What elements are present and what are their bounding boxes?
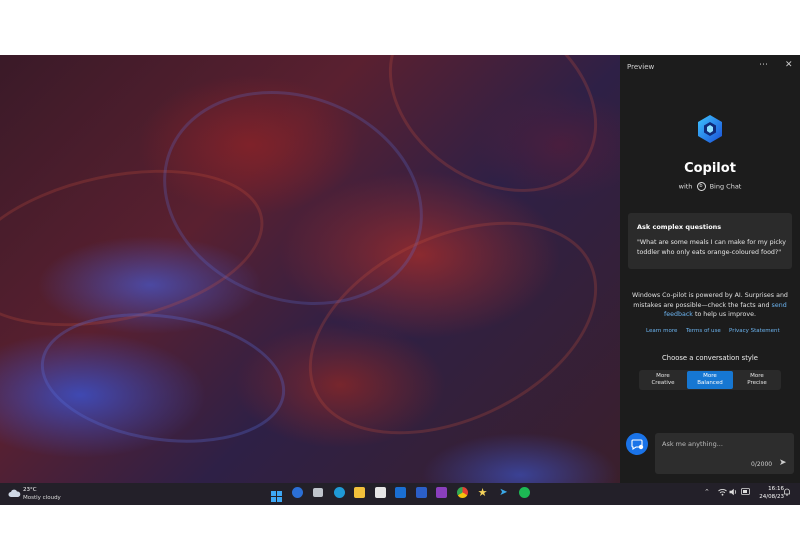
windows-start-icon[interactable] — [271, 487, 282, 502]
more-icon[interactable]: ⋯ — [759, 60, 768, 70]
terms-of-use-link[interactable]: Terms of use — [686, 328, 721, 334]
ai-disclaimer: Windows Co-pilot is powered by AI. Surpr… — [630, 291, 790, 320]
task-view-icon[interactable] — [313, 488, 323, 497]
style-more-precise-button[interactable]: More Precise — [734, 371, 780, 389]
subtitle-brand: Bing Chat — [709, 182, 742, 191]
style-label-line2: Balanced — [697, 380, 723, 386]
disclaimer-text-1: Windows Co-pilot is powered by AI. Surpr… — [632, 292, 788, 309]
style-more-creative-button[interactable]: More Creative — [640, 371, 686, 389]
bing-icon: b — [696, 182, 706, 191]
suggestion-question: "What are some meals I can make for my p… — [637, 239, 787, 256]
edge-icon[interactable] — [334, 487, 345, 498]
new-chat-icon — [631, 439, 644, 451]
chat-input[interactable] — [662, 438, 762, 450]
disclaimer-text-2: to help us improve. — [692, 311, 756, 318]
chrome-icon[interactable] — [457, 487, 468, 498]
app-subtitle: with b Bing Chat — [620, 182, 800, 191]
subtitle-prefix: with — [678, 182, 693, 191]
chat-input-box: 0/2000 ➤ — [655, 433, 794, 474]
onenote-icon[interactable] — [436, 487, 447, 498]
suggestion-heading: Ask complex questions — [637, 223, 722, 231]
notification-bell-icon[interactable] — [783, 488, 791, 498]
privacy-statement-link[interactable]: Privacy Statement — [729, 328, 780, 334]
news-icon[interactable] — [292, 487, 303, 498]
style-label-line2: Precise — [747, 380, 767, 386]
battery-icon[interactable] — [741, 488, 751, 497]
new-topic-button[interactable] — [626, 433, 648, 455]
weather-condition: Mostly cloudy — [23, 495, 61, 501]
clock-time: 16:16 — [768, 486, 784, 492]
close-icon[interactable]: ✕ — [785, 60, 793, 70]
learn-more-link[interactable]: Learn more — [646, 328, 677, 334]
spotify-icon[interactable] — [519, 487, 530, 498]
cloud-icon — [8, 489, 21, 497]
wifi-icon[interactable] — [718, 488, 727, 498]
desktop-wallpaper — [0, 55, 620, 483]
style-label-line1: More — [750, 373, 764, 379]
style-label-line1: More — [656, 373, 670, 379]
star-app-icon[interactable]: ★ — [477, 487, 488, 498]
telegram-icon[interactable]: ➤ — [498, 487, 509, 498]
taskbar: 23°C Mostly cloudy ★ ➤ ⌃ 16:16 24/08/23 — [0, 483, 800, 505]
outlook-icon[interactable] — [395, 487, 406, 498]
copilot-logo-icon — [698, 115, 722, 143]
chevron-up-icon[interactable]: ⌃ — [704, 488, 710, 496]
conversation-style-selector: More Creative More Balanced More Precise — [639, 370, 781, 390]
conversation-style-heading: Choose a conversation style — [662, 354, 758, 362]
style-label-line1: More — [703, 373, 717, 379]
style-label-line2: Creative — [651, 380, 675, 386]
app-title: Copilot — [684, 161, 736, 176]
clock-date: 24/08/23 — [759, 494, 784, 500]
taskbar-clock[interactable]: 16:16 24/08/23 — [752, 485, 784, 501]
word-icon[interactable] — [416, 487, 427, 498]
store-icon[interactable] — [375, 487, 386, 498]
desktop-screen: Preview ⋯ ✕ Copilot with b Bing Chat Ask… — [0, 55, 800, 505]
copilot-panel: Preview ⋯ ✕ Copilot with b Bing Chat Ask… — [620, 55, 800, 483]
weather-widget[interactable]: 23°C Mostly cloudy — [8, 486, 68, 502]
suggestion-card[interactable]: Ask complex questions "What are some mea… — [628, 213, 792, 269]
style-more-balanced-button[interactable]: More Balanced — [687, 371, 733, 389]
file-explorer-icon[interactable] — [354, 487, 365, 498]
send-icon[interactable]: ➤ — [779, 458, 787, 468]
weather-temperature: 23°C — [23, 487, 37, 493]
char-counter: 0/2000 — [751, 461, 773, 468]
panel-header-title: Preview — [627, 63, 655, 71]
volume-icon[interactable] — [729, 488, 738, 498]
